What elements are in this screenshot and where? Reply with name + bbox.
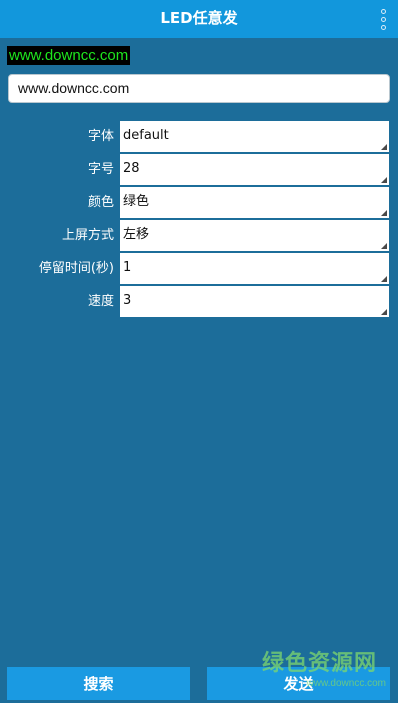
app-bar: LED任意发 (0, 0, 398, 38)
duration-value: 1 (123, 260, 132, 275)
setting-row-speed: 速度 3 (0, 286, 398, 317)
dropdown-arrow-icon (381, 243, 387, 249)
dropdown-arrow-icon (381, 309, 387, 315)
duration-label: 停留时间(秒) (38, 261, 114, 276)
mode-dropdown[interactable]: 左移 (120, 220, 389, 251)
speed-dropdown[interactable]: 3 (120, 286, 389, 317)
message-input[interactable]: www.downcc.com (8, 74, 390, 103)
setting-row-duration: 停留时间(秒) 1 (0, 253, 398, 284)
overflow-menu-icon[interactable] (380, 9, 386, 31)
mode-label: 上屏方式 (61, 228, 114, 243)
color-value: 绿色 (123, 194, 150, 209)
size-label: 字号 (87, 162, 114, 177)
speed-value: 3 (123, 293, 132, 308)
size-dropdown[interactable]: 28 (120, 154, 389, 185)
font-label: 字体 (87, 129, 114, 144)
dropdown-arrow-icon (381, 276, 387, 282)
font-dropdown[interactable]: default (120, 121, 389, 152)
dropdown-arrow-icon (381, 210, 387, 216)
search-button[interactable]: 搜索 (7, 667, 190, 700)
led-preview-text: www.downcc.com (7, 46, 131, 65)
size-value: 28 (123, 161, 140, 176)
font-value: default (123, 128, 169, 143)
speed-label: 速度 (87, 294, 114, 309)
mode-value: 左移 (123, 227, 150, 242)
dropdown-arrow-icon (381, 144, 387, 150)
dropdown-arrow-icon (381, 177, 387, 183)
color-dropdown[interactable]: 绿色 (120, 187, 389, 218)
duration-dropdown[interactable]: 1 (120, 253, 389, 284)
setting-row-mode: 上屏方式 左移 (0, 220, 398, 251)
setting-row-size: 字号 28 (0, 154, 398, 185)
app-title: LED任意发 (160, 9, 238, 27)
setting-row-color: 颜色 绿色 (0, 187, 398, 218)
setting-row-font: 字体 default (0, 121, 398, 152)
send-button[interactable]: 发送 (207, 667, 390, 700)
color-label: 颜色 (87, 195, 114, 210)
